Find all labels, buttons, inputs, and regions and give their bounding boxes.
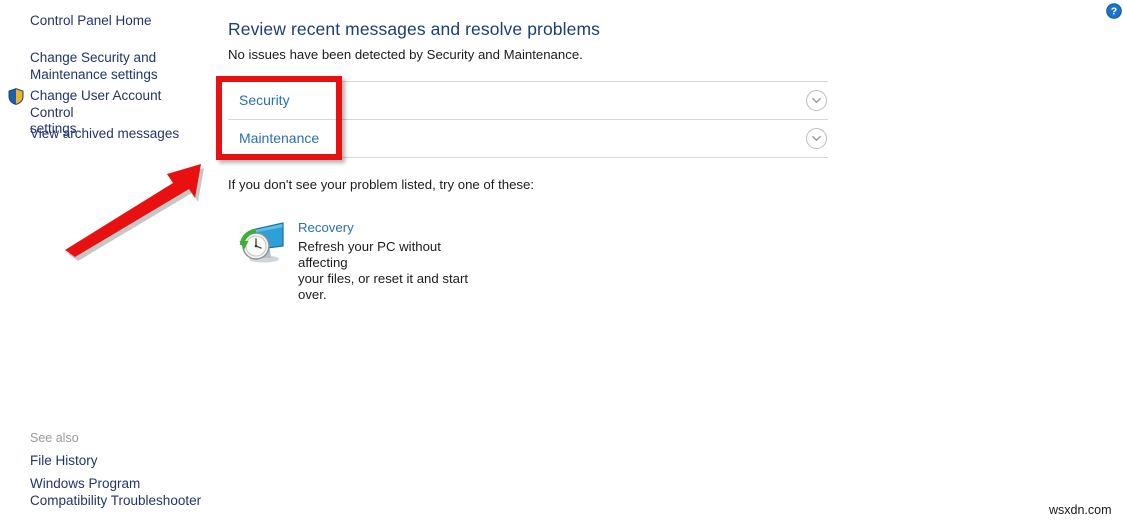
page-title: Review recent messages and resolve probl… xyxy=(228,19,600,39)
chevron-down-icon[interactable] xyxy=(806,90,827,111)
recovery-link[interactable]: Recovery xyxy=(298,220,354,235)
see-also-item-file-history[interactable]: File History xyxy=(30,453,98,468)
expander-list: Security Maintenance xyxy=(228,81,828,158)
expander-list-bottom-divider xyxy=(228,157,828,158)
see-also-item-windows-program-compatibility-troubleshooter[interactable]: Windows Program Compatibility Troublesho… xyxy=(30,476,210,509)
expander-label-security[interactable]: Security xyxy=(239,92,290,108)
sidebar-item-change-security-maintenance-settings[interactable]: Change Security and Maintenance settings xyxy=(30,50,200,83)
see-also-heading: See also xyxy=(30,431,79,445)
watermark: wsxdn.com xyxy=(1049,503,1112,517)
try-one-of-these-text: If you don't see your problem listed, tr… xyxy=(228,177,534,192)
sidebar: Control Panel Home Change Security and M… xyxy=(0,0,215,526)
help-question-icon[interactable]: ? xyxy=(1106,3,1122,19)
chevron-down-icon[interactable] xyxy=(806,128,827,149)
sidebar-item-control-panel-home[interactable]: Control Panel Home xyxy=(30,13,152,30)
page-subtitle: No issues have been detected by Security… xyxy=(228,47,583,62)
svg-text:?: ? xyxy=(1111,6,1117,18)
recovery-description: Refresh your PC without affecting your f… xyxy=(298,239,469,302)
recovery-icon xyxy=(238,219,286,265)
expander-row-security[interactable]: Security xyxy=(228,81,828,119)
uac-shield-icon xyxy=(8,88,24,105)
expander-label-maintenance[interactable]: Maintenance xyxy=(239,130,319,146)
expander-row-maintenance[interactable]: Maintenance xyxy=(228,119,828,157)
sidebar-item-view-archived-messages[interactable]: View archived messages xyxy=(30,126,179,143)
